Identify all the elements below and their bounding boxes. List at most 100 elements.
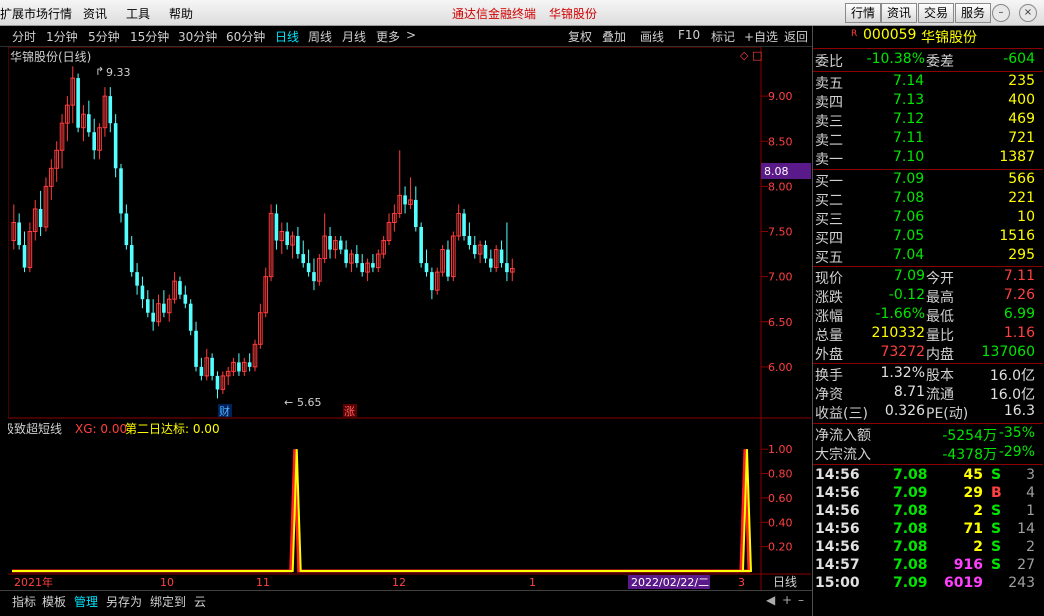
bid-price: 7.08 xyxy=(893,190,925,206)
ask-volume: 1387 xyxy=(999,149,1035,165)
kline-chart[interactable]: 华锦股份(日线) ◇ □ 9.33 ↱ ← 5.65 财 涨 8.08 9.00… xyxy=(8,47,811,590)
flow-label: 大宗流入 xyxy=(815,447,871,463)
period-tab-15min[interactable]: 15分钟 xyxy=(130,28,169,45)
square-icon[interactable]: □ xyxy=(752,49,762,62)
ask-label: 卖五 xyxy=(815,76,843,92)
restore-rights-button[interactable]: 复权 xyxy=(568,28,592,45)
flow-label: 净流入额 xyxy=(815,428,871,444)
period-tab-5min[interactable]: 5分钟 xyxy=(88,28,120,45)
diamond-icon[interactable]: ◇ xyxy=(740,49,749,62)
ask-price: 7.11 xyxy=(893,130,925,146)
stat-value: 6.99 xyxy=(1003,306,1035,322)
period-tab-30min[interactable]: 30分钟 xyxy=(178,28,217,45)
stat-label: 涨跌 xyxy=(815,290,843,306)
trade-button[interactable]: 交易 xyxy=(918,3,954,23)
tab-bind-to[interactable]: 绑定到 xyxy=(150,593,186,610)
fund-label: 股本 xyxy=(926,368,954,384)
period-tab-more[interactable]: 更多 xyxy=(376,28,400,45)
tick-time: 14:56 xyxy=(815,485,860,501)
service-button[interactable]: 服务 xyxy=(955,3,991,23)
mark-button[interactable]: 标记 xyxy=(711,28,735,45)
second-day-series-line xyxy=(12,449,752,572)
event-tag-fin[interactable]: 财 xyxy=(219,404,230,418)
stock-code: 000059 xyxy=(863,27,917,43)
candle-body xyxy=(108,96,113,124)
period-tab-monthly[interactable]: 月线 xyxy=(342,28,366,45)
candle-body xyxy=(183,294,188,304)
fund-value: 16.0亿 xyxy=(989,387,1035,403)
period-tab-daily[interactable]: 日线 xyxy=(275,28,299,45)
low-price-label: 5.65 xyxy=(297,396,322,409)
stock-header: R 000059 华锦股份 xyxy=(813,27,1043,46)
candle-body xyxy=(76,78,80,128)
news-button[interactable]: 资讯 xyxy=(881,3,917,23)
flow-row: 净流入额 -5254万 -35% xyxy=(813,425,1043,444)
event-tag-rise[interactable]: 涨 xyxy=(344,405,355,418)
zoom-in-icon[interactable]: + xyxy=(782,593,792,607)
minimize-icon[interactable]: – xyxy=(992,4,1010,22)
ask-price: 7.10 xyxy=(893,149,925,165)
fund-value: 16.3 xyxy=(1003,403,1035,419)
overlay-button[interactable]: 叠加 xyxy=(602,28,626,45)
fund-value: 0.326 xyxy=(884,403,925,419)
tab-template[interactable]: 模板 xyxy=(42,593,66,610)
stat-label: 今开 xyxy=(926,271,954,287)
bid-row: 买一 7.09 566 xyxy=(813,171,1043,190)
candle-body xyxy=(355,254,359,264)
close-icon[interactable]: × xyxy=(1019,4,1037,22)
zoom-out-icon[interactable]: – xyxy=(798,593,804,607)
ask-row: 卖四 7.13 400 xyxy=(813,92,1043,111)
candle-body xyxy=(140,285,145,300)
high-arrow-icon: ↱ xyxy=(95,65,104,78)
bid-price: 7.04 xyxy=(893,247,925,263)
candle-body xyxy=(306,263,311,273)
f10-button[interactable]: F10 xyxy=(678,28,700,42)
add-watchlist-button[interactable]: +自选 xyxy=(744,28,778,45)
ask-price: 7.12 xyxy=(893,111,925,127)
period-tab-60min[interactable]: 60分钟 xyxy=(226,28,265,45)
tab-indicator[interactable]: 指标 xyxy=(12,593,36,610)
candle-body xyxy=(92,132,96,151)
candle-body xyxy=(17,222,21,246)
candle-body xyxy=(371,263,375,268)
candle-body xyxy=(210,357,214,376)
quote-panel: R 000059 华锦股份 委比 -10.38% 委差 -604 卖五 7.14… xyxy=(812,26,1044,616)
bid-row: 买五 7.04 295 xyxy=(813,247,1043,266)
ask-row: 卖一 7.10 1387 xyxy=(813,149,1043,168)
candle-body xyxy=(113,123,118,169)
menu-help[interactable]: 帮助 xyxy=(169,5,193,22)
menu-tools[interactable]: 工具 xyxy=(126,5,150,22)
ask-volume: 400 xyxy=(1008,92,1035,108)
period-tab-1min[interactable]: 1分钟 xyxy=(46,28,78,45)
tick-side: S xyxy=(991,521,1002,537)
indicator-name[interactable]: 极致超短线 xyxy=(8,421,62,436)
candle-body xyxy=(285,231,289,246)
date-tick-10: 10 xyxy=(160,576,174,589)
candle-body xyxy=(430,272,434,291)
tick-volume: 916 xyxy=(953,557,983,573)
candle-body xyxy=(124,213,129,246)
draw-line-button[interactable]: 画线 xyxy=(640,28,664,45)
menu-market[interactable]: 扩展市场行情 xyxy=(0,5,72,22)
stat-value: 1.16 xyxy=(1003,325,1035,341)
tab-cloud[interactable]: 云 xyxy=(194,593,206,610)
flow-percent: -35% xyxy=(998,425,1035,441)
period-tab-weekly[interactable]: 周线 xyxy=(308,28,332,45)
price-axis-label: 6.00 xyxy=(768,361,793,374)
tab-save-as[interactable]: 另存为 xyxy=(106,593,142,610)
scroll-left-icon[interactable]: ◀ xyxy=(766,593,775,607)
indicator-axis-label: 0.40 xyxy=(768,516,793,529)
back-button[interactable]: 返回 xyxy=(784,28,808,45)
low-arrow-icon: ← xyxy=(284,396,293,409)
tab-manage[interactable]: 管理 xyxy=(74,593,98,610)
period-label[interactable]: 日线 xyxy=(773,575,797,589)
menu-news[interactable]: 资讯 xyxy=(83,5,107,22)
candle-body xyxy=(296,236,300,255)
market-button[interactable]: 行情 xyxy=(845,3,881,23)
candle-body xyxy=(403,195,407,205)
more-chevron-icon[interactable]: > xyxy=(406,28,416,42)
tick-row: 14:56 7.09 29 B 4 xyxy=(813,485,1043,504)
fund-label: 净资 xyxy=(815,387,843,403)
period-tab-fenshi[interactable]: 分时 xyxy=(12,28,36,45)
price-axis-label: 8.50 xyxy=(768,135,793,148)
